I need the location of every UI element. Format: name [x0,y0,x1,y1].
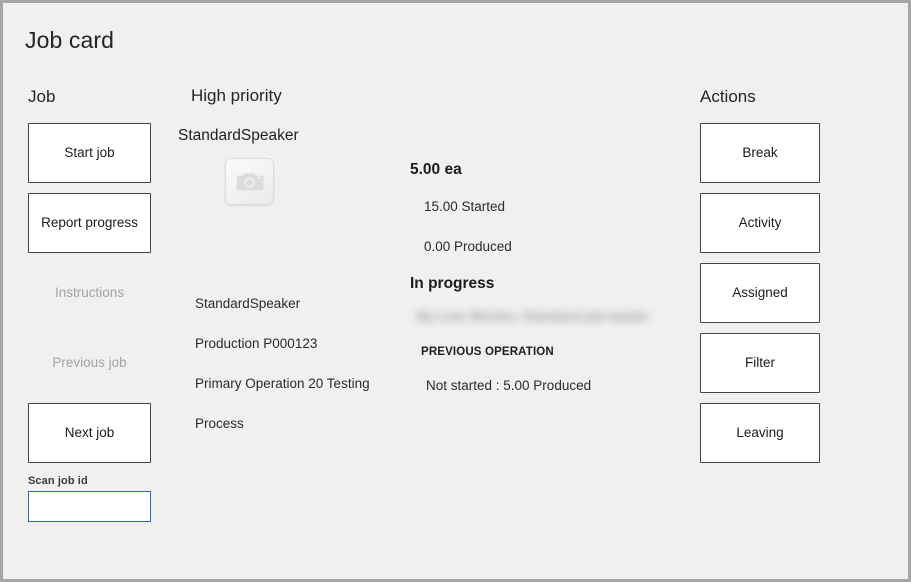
product-title: StandardSpeaker [178,127,299,144]
high-priority-heading: High priority [191,86,282,105]
start-job-button[interactable]: Start job [28,123,151,183]
job-column-heading: Job [28,87,56,106]
scan-job-id-field-group: Scan job id [28,475,151,522]
filter-button[interactable]: Filter [700,333,820,393]
previous-operation-value: Not started : 5.00 Produced [426,378,592,393]
detail-operation: Primary Operation 20 Testing [195,376,370,391]
break-button[interactable]: Break [700,123,820,183]
page-title: Job card [25,27,115,53]
status-badge: In progress [410,275,495,292]
actions-column-heading: Actions [700,87,756,106]
scan-job-id-label: Scan job id [28,475,88,487]
camera-icon [225,158,274,205]
next-job-button[interactable]: Next job [28,403,151,463]
detail-item-name: StandardSpeaker [195,296,301,311]
quantity-started: 15.00 Started [424,199,506,214]
previous-operation-label: PREVIOUS OPERATION [421,346,554,358]
activity-button[interactable]: Activity [700,193,820,253]
report-progress-button[interactable]: Report progress [28,193,151,253]
detail-production-order: Production P000123 [195,336,318,351]
leaving-button[interactable]: Leaving [700,403,820,463]
quantity-total: 5.00 ea [410,161,462,178]
redacted-text: By Line Worker, Standard job leader [417,309,649,324]
job-card-window: Job card Job Start job Report progress I… [0,0,911,582]
instructions-button: Instructions [54,285,125,301]
scan-job-id-input[interactable] [28,491,151,522]
quantity-produced: 0.00 Produced [424,239,512,254]
previous-job-button: Previous job [52,355,127,371]
assigned-button[interactable]: Assigned [700,263,820,323]
detail-process: Process [195,416,244,431]
